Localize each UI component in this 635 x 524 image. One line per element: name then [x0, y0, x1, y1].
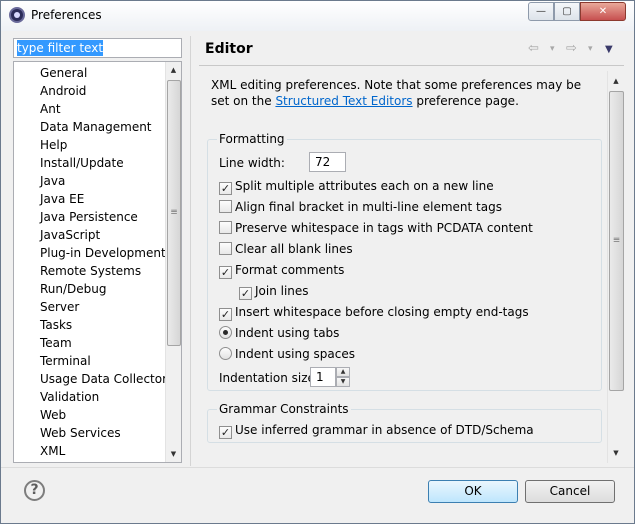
button-bar-separator: [1, 467, 634, 468]
split-attributes-checkbox[interactable]: ✓: [219, 182, 232, 195]
filter-input[interactable]: type filter text: [13, 38, 182, 58]
indentation-size-input[interactable]: 1: [310, 367, 336, 387]
clear-blank-lines-option[interactable]: Clear all blank lines: [219, 241, 353, 257]
insert-whitespace-label: Insert whitespace before closing empty e…: [235, 305, 529, 319]
tree-item[interactable]: Run/Debug: [40, 280, 107, 298]
scroll-up-arrow[interactable]: ▲: [166, 66, 181, 74]
clear-blank-lines-checkbox[interactable]: [219, 242, 232, 255]
grip-icon: ≡: [170, 207, 178, 218]
back-icon[interactable]: ⇦: [528, 41, 539, 56]
window-title: Preferences: [31, 8, 102, 22]
join-lines-label: Join lines: [255, 284, 309, 298]
indent-tabs-radio[interactable]: [219, 326, 232, 339]
panel-divider[interactable]: [190, 36, 191, 466]
split-attributes-option[interactable]: ✓ Split multiple attributes each on a new…: [219, 178, 494, 195]
tree-scrollbar[interactable]: ▲ ≡ ▼: [165, 62, 181, 462]
tree-item[interactable]: Web: [40, 406, 66, 424]
forward-dropdown-icon[interactable]: ▾: [588, 44, 593, 54]
format-comments-option[interactable]: ✓ Format comments: [219, 262, 344, 279]
scroll-down-arrow[interactable]: ▼: [166, 450, 181, 458]
use-inferred-grammar-checkbox[interactable]: ✓: [219, 426, 232, 439]
tree-item[interactable]: Tasks: [40, 316, 72, 334]
tree-item[interactable]: Server: [40, 298, 79, 316]
editor-preferences-page: XML editing preferences. Note that some …: [199, 71, 624, 463]
line-width-input[interactable]: 72: [309, 152, 346, 172]
page-grip-icon: ≡: [612, 235, 621, 246]
preserve-whitespace-label: Preserve whitespace in tags with PCDATA …: [235, 221, 533, 235]
formatting-group-label: Formatting: [217, 132, 287, 146]
page-title: Editor: [205, 41, 253, 57]
tree-item[interactable]: Java Persistence: [40, 208, 138, 226]
eclipse-icon: [9, 7, 25, 23]
use-inferred-grammar-option[interactable]: ✓ Use inferred grammar in absence of DTD/…: [219, 422, 534, 439]
tree-item[interactable]: Java EE: [40, 190, 84, 208]
page-scroll-thumb[interactable]: ≡: [609, 91, 624, 391]
line-width-label: Line width:: [219, 156, 285, 170]
insert-whitespace-checkbox[interactable]: ✓: [219, 308, 232, 321]
tree-scroll-thumb[interactable]: ≡: [167, 80, 181, 346]
intro-text-end: preference page.: [412, 94, 519, 108]
join-lines-option[interactable]: ✓ Join lines: [239, 283, 309, 300]
tree-item[interactable]: XML: [40, 442, 65, 460]
clear-blank-lines-label: Clear all blank lines: [235, 242, 353, 256]
cancel-button[interactable]: Cancel: [525, 480, 615, 503]
maximize-button[interactable]: ▢: [554, 2, 580, 21]
preserve-whitespace-option[interactable]: Preserve whitespace in tags with PCDATA …: [219, 220, 533, 236]
tree-item[interactable]: Help: [40, 136, 67, 154]
indent-spaces-radio[interactable]: [219, 347, 232, 360]
preferences-window: Preferences — ▢ ✕ type filter text Gener…: [0, 0, 635, 524]
filter-text: type filter text: [17, 40, 104, 56]
title-bar[interactable]: Preferences — ▢ ✕: [1, 1, 634, 31]
page-scroll-up-arrow[interactable]: ▲: [608, 77, 624, 85]
tree-item[interactable]: Java: [40, 172, 65, 190]
tree-item[interactable]: Validation: [40, 388, 99, 406]
close-button[interactable]: ✕: [580, 2, 626, 21]
format-comments-checkbox[interactable]: ✓: [219, 266, 232, 279]
align-bracket-label: Align final bracket in multi-line elemen…: [235, 200, 502, 214]
view-menu-icon[interactable]: ▼: [605, 44, 613, 55]
ok-button[interactable]: OK: [428, 480, 518, 503]
tree-item[interactable]: JavaScript: [40, 226, 100, 244]
preserve-whitespace-checkbox[interactable]: [219, 221, 232, 234]
header-separator: [199, 65, 624, 66]
insert-whitespace-option[interactable]: ✓ Insert whitespace before closing empty …: [219, 304, 529, 321]
tree-item[interactable]: Remote Systems: [40, 262, 141, 280]
minimize-button[interactable]: —: [528, 2, 554, 21]
back-dropdown-icon[interactable]: ▾: [550, 44, 555, 54]
tree-item[interactable]: Install/Update: [40, 154, 124, 172]
indent-tabs-label: Indent using tabs: [235, 326, 340, 340]
indent-tabs-option[interactable]: Indent using tabs: [219, 325, 339, 341]
indentation-size-label: Indentation size:: [219, 371, 319, 385]
join-lines-checkbox[interactable]: ✓: [239, 287, 252, 300]
tree-item[interactable]: Web Services: [40, 424, 121, 442]
split-attributes-label: Split multiple attributes each on a new …: [235, 179, 494, 193]
tree-item[interactable]: Terminal: [40, 352, 91, 370]
preferences-tree: General Android Ant Data Management Help Inst…: [13, 61, 182, 463]
tree-item[interactable]: Android: [40, 82, 86, 100]
structured-text-editors-link[interactable]: Structured Text Editors: [275, 94, 412, 108]
use-inferred-grammar-label: Use inferred grammar in absence of DTD/S…: [235, 423, 534, 437]
align-bracket-checkbox[interactable]: [219, 200, 232, 213]
indent-spaces-label: Indent using spaces: [235, 347, 355, 361]
tree-item[interactable]: General: [40, 64, 87, 82]
page-scrollbar[interactable]: ▲ ≡ ▼: [607, 71, 624, 463]
tree-item[interactable]: Ant: [40, 100, 61, 118]
tree-item[interactable]: Plug-in Development: [40, 244, 166, 262]
indent-spaces-option[interactable]: Indent using spaces: [219, 346, 355, 362]
grammar-constraints-label: Grammar Constraints: [217, 402, 351, 416]
format-comments-label: Format comments: [235, 263, 345, 277]
help-icon[interactable]: ?: [24, 480, 45, 501]
tree-item[interactable]: Team: [40, 334, 72, 352]
indentation-size-up-button[interactable]: ▲: [336, 367, 350, 377]
indentation-size-down-button[interactable]: ▼: [336, 377, 350, 387]
tree-item[interactable]: Usage Data Collector: [40, 370, 167, 388]
page-scroll-down-arrow[interactable]: ▼: [608, 449, 624, 457]
tree-item[interactable]: Data Management: [40, 118, 152, 136]
intro-text: XML editing preferences. Note that some …: [211, 77, 601, 109]
forward-icon[interactable]: ⇨: [566, 41, 577, 56]
align-bracket-option[interactable]: Align final bracket in multi-line elemen…: [219, 199, 502, 215]
